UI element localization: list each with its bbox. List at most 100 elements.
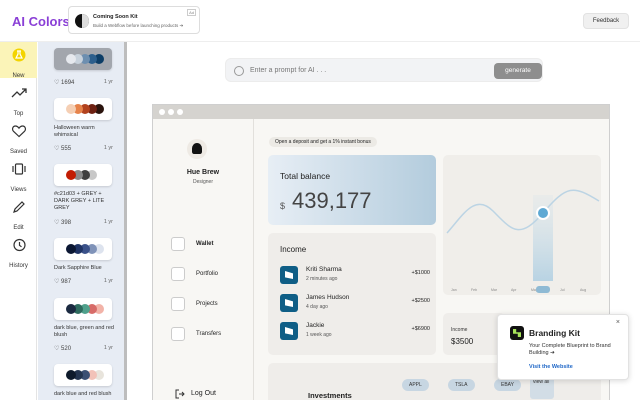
palette-swatch[interactable] bbox=[54, 238, 112, 260]
svg-text:Aug: Aug bbox=[580, 288, 586, 292]
logout-icon bbox=[175, 389, 185, 399]
palette-list[interactable]: ♡ 1694 1 yr Halloween warm whimsical ♡ 5… bbox=[38, 42, 127, 400]
preview-nav-portfolio[interactable]: Portfolio bbox=[171, 267, 251, 283]
nav-label: Views bbox=[10, 187, 27, 193]
palette-swatch[interactable] bbox=[54, 364, 112, 386]
history-icon bbox=[12, 238, 26, 252]
wallet-icon bbox=[171, 237, 185, 251]
color-dot[interactable] bbox=[66, 370, 76, 380]
likes-count[interactable]: ♡ 398 bbox=[54, 219, 71, 226]
likes-count[interactable]: ♡ 520 bbox=[54, 345, 71, 352]
payment-amount: +$2500 bbox=[411, 298, 430, 304]
transaction-icon bbox=[280, 266, 298, 284]
feedback-button[interactable]: Feedback bbox=[583, 13, 629, 29]
likes-value: 398 bbox=[61, 220, 72, 226]
likes-value: 1694 bbox=[61, 80, 75, 86]
likes-value: 555 bbox=[61, 146, 72, 152]
svg-text:Mar: Mar bbox=[491, 288, 498, 292]
likes-count[interactable]: ♡ 555 bbox=[54, 145, 71, 152]
nav-item-edit[interactable]: Edit bbox=[0, 194, 37, 231]
color-dot[interactable] bbox=[66, 304, 76, 314]
svg-text:Jan: Jan bbox=[451, 288, 457, 292]
palette-age: 1 yr bbox=[103, 79, 113, 85]
palette-age: 1 yr bbox=[103, 345, 113, 351]
nav-item-history[interactable]: History bbox=[0, 232, 37, 269]
visit-website-link[interactable]: Visit the Website bbox=[529, 364, 573, 370]
chart-graphic: Jan Feb Mar Apr May Jul Aug bbox=[446, 189, 600, 293]
income-row[interactable]: James Hudson 4 day ago +$2500 bbox=[280, 293, 430, 313]
payment-time: 2 minutes ago bbox=[306, 276, 338, 282]
window-dot bbox=[159, 109, 165, 115]
preview-nav-wallet[interactable]: Wallet bbox=[171, 237, 251, 253]
ticker-tag[interactable]: TSLA bbox=[448, 379, 475, 391]
palette-age: 1 yr bbox=[103, 145, 113, 151]
prompt-input[interactable]: Enter a prompt for AI . . . bbox=[250, 67, 326, 74]
svg-text:Feb: Feb bbox=[471, 288, 477, 292]
color-dot[interactable] bbox=[66, 170, 76, 180]
nav-item-top[interactable]: Top bbox=[0, 80, 37, 117]
income-summary-value: $3500 bbox=[451, 337, 474, 346]
logout-button[interactable]: Log Out bbox=[191, 390, 216, 397]
palette-swatch[interactable] bbox=[54, 48, 112, 70]
activity-chart[interactable]: Jan Feb Mar Apr May Jul Aug bbox=[443, 155, 601, 295]
bonus-pill[interactable]: Open a deposit and get a 1% instant bonu… bbox=[269, 137, 377, 147]
likes-count[interactable]: ♡ 987 bbox=[54, 278, 71, 285]
avatar bbox=[187, 139, 207, 159]
nav-label: New bbox=[12, 73, 25, 79]
top-bar: AI Colors Coming Soon Kit Build a Webflo… bbox=[0, 0, 640, 42]
payment-amount: +$6900 bbox=[411, 326, 430, 332]
ticker-tag[interactable]: EBAY bbox=[494, 379, 521, 391]
branding-kit-popup[interactable]: Branding Kit Your Complete Blueprint to … bbox=[497, 314, 629, 380]
balance-card: Total balance $ 439,177 bbox=[268, 155, 436, 225]
ticker-tag[interactable]: APPL bbox=[402, 379, 429, 391]
color-dot[interactable] bbox=[66, 104, 76, 114]
income-title: Income bbox=[280, 245, 307, 254]
palette-name: Halloween warm whimsical bbox=[54, 125, 95, 138]
promo-banner[interactable]: Coming Soon Kit Build a Webflow before l… bbox=[68, 6, 200, 34]
likes-value: 987 bbox=[61, 279, 72, 285]
nav-label: Projects bbox=[196, 301, 218, 307]
nav-label: Edit bbox=[13, 225, 24, 231]
svg-text:Apr: Apr bbox=[511, 288, 517, 292]
branding-description: Your Complete Blueprint to Brand Buildin… bbox=[529, 343, 611, 356]
color-dot[interactable] bbox=[66, 244, 76, 254]
palette-swatch[interactable] bbox=[54, 164, 112, 186]
palette-name: dark blue, green and red blush bbox=[54, 325, 114, 338]
palette-name: Dark Sapphire Blue bbox=[54, 265, 102, 271]
generate-button[interactable]: generate bbox=[494, 63, 542, 79]
nav-item-views[interactable]: Views bbox=[0, 156, 37, 193]
payer-name: James Hudson bbox=[306, 294, 350, 301]
user-role: Designer bbox=[192, 179, 213, 185]
color-dot[interactable] bbox=[66, 54, 76, 64]
palette-age: 1 yr bbox=[103, 278, 113, 284]
preview-nav-projects[interactable]: Projects bbox=[171, 297, 251, 313]
preview-nav-transfers[interactable]: Transfers bbox=[171, 327, 251, 343]
income-row[interactable]: Jackie 1 week ago +$6900 bbox=[280, 321, 430, 341]
balance-currency: $ bbox=[280, 201, 286, 211]
nav-item-saved[interactable]: Saved bbox=[0, 118, 37, 155]
nav-label: Wallet bbox=[196, 241, 214, 247]
palette-swatch[interactable] bbox=[54, 298, 112, 320]
palette-age: 1 yr bbox=[103, 219, 113, 225]
branding-kit-logo-icon bbox=[510, 326, 524, 340]
left-nav: New Top Saved Views Edit History bbox=[0, 42, 37, 400]
palette-swatch[interactable] bbox=[54, 98, 112, 120]
likes-count[interactable]: ♡ 1694 bbox=[54, 79, 74, 86]
team-icon bbox=[171, 297, 185, 311]
investments-title: Investments bbox=[308, 391, 352, 400]
close-icon[interactable]: × bbox=[616, 319, 620, 326]
window-dot bbox=[177, 109, 183, 115]
nav-item-new[interactable]: New bbox=[0, 42, 37, 79]
pencil-icon bbox=[12, 201, 25, 213]
nav-label: History bbox=[9, 263, 28, 269]
balance-title: Total balance bbox=[280, 171, 331, 181]
window-titlebar bbox=[153, 105, 609, 119]
preview-sidebar: Hue Brew Designer Wallet Portfolio Proje… bbox=[153, 119, 254, 400]
palette-icon bbox=[234, 66, 244, 76]
prompt-bar: Enter a prompt for AI . . . generate bbox=[225, 58, 543, 82]
heart-icon bbox=[11, 125, 26, 138]
app-logo[interactable]: AI Colors bbox=[12, 14, 70, 29]
views-icon bbox=[11, 163, 26, 175]
income-row[interactable]: Kriti Sharma 2 minutes ago +$1000 bbox=[280, 265, 430, 285]
view-all-button[interactable]: view all bbox=[530, 377, 554, 399]
